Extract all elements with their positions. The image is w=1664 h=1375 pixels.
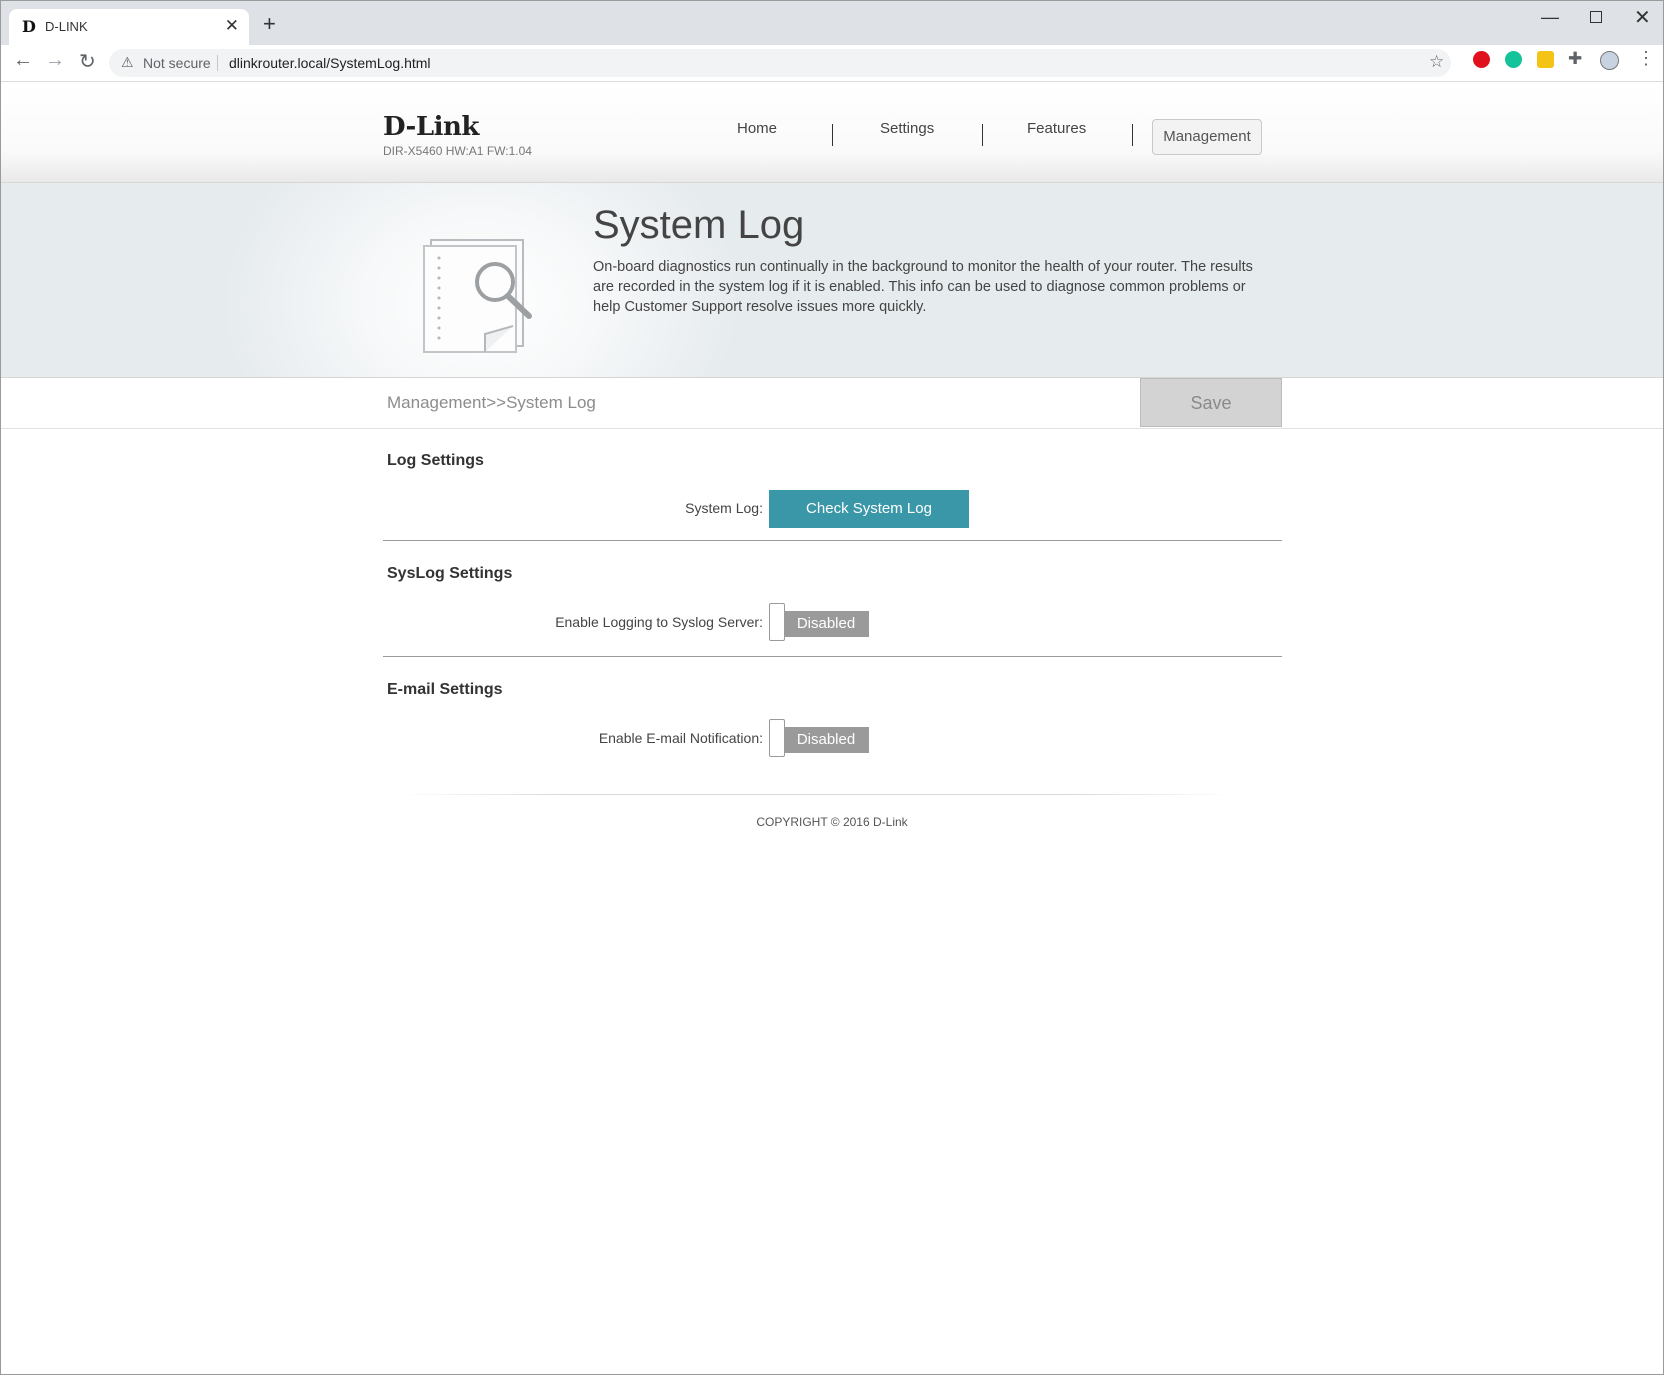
dlink-logo: D-Link — [383, 112, 479, 142]
nav-home[interactable]: Home — [737, 120, 777, 137]
email-settings-title: E-mail Settings — [387, 681, 503, 698]
page-title: System Log — [593, 203, 805, 247]
forward-arrow-icon[interactable]: → — [45, 49, 65, 72]
grammarly-extension-icon[interactable] — [1505, 51, 1522, 68]
minimize-icon[interactable]: — — [1541, 7, 1559, 28]
router-header: D-Link DIR-X5460 HW:A1 FW:1.04 Home Sett… — [1, 82, 1663, 183]
warning-icon: ⚠ — [121, 54, 134, 70]
breadcrumb: Management>>System Log — [387, 393, 596, 412]
syslog-settings-title: SysLog Settings — [387, 565, 513, 582]
save-button[interactable]: Save — [1140, 378, 1282, 427]
model-info: DIR-X5460 HW:A1 FW:1.04 — [383, 144, 532, 158]
page-banner: System Log On-board diagnostics run cont… — [1, 183, 1663, 378]
copyright-text: COPYRIGHT © 2016 D-Link — [756, 815, 908, 829]
nav-divider — [1132, 124, 1133, 146]
breadcrumb-bar: Management>>System Log Save — [1, 378, 1663, 429]
toggle-knob[interactable] — [769, 603, 785, 641]
system-log-label: System Log: — [685, 500, 763, 516]
page-description: On-board diagnostics run continually in … — [593, 259, 1253, 315]
nav-features[interactable]: Features — [1027, 120, 1086, 137]
new-tab-button[interactable]: + — [263, 11, 276, 37]
email-toggle[interactable]: Disabled — [769, 719, 871, 757]
bookmark-star-icon[interactable]: ☆ — [1429, 52, 1444, 72]
check-system-log-button[interactable]: Check System Log — [769, 490, 969, 528]
browser-tab[interactable]: D D-LINK ✕ — [9, 9, 249, 45]
browser-window: D D-LINK ✕ + — ✕ ← → ↻ ⚠ Not secure dlin… — [0, 0, 1664, 1375]
back-arrow-icon[interactable]: ← — [13, 49, 33, 72]
security-label[interactable]: Not secure — [143, 55, 211, 71]
browser-menu-icon[interactable]: ⋮ — [1637, 48, 1655, 69]
section-divider — [383, 656, 1282, 657]
nav-management[interactable]: Management — [1152, 119, 1262, 155]
system-log-document-icon — [423, 239, 532, 353]
browser-toolbar: ← → ↻ ⚠ Not secure dlinkrouter.local/Sys… — [1, 45, 1663, 82]
reload-icon[interactable]: ↻ — [79, 49, 96, 74]
nav-settings[interactable]: Settings — [880, 120, 934, 137]
dlink-favicon-icon: D — [22, 17, 36, 36]
toggle-knob[interactable] — [769, 719, 785, 757]
url-text[interactable]: dlinkrouter.local/SystemLog.html — [229, 55, 431, 71]
log-settings-title: Log Settings — [387, 452, 484, 469]
nav-divider — [982, 124, 983, 146]
toggle-state-label[interactable]: Disabled — [783, 727, 869, 753]
nav-divider — [832, 124, 833, 146]
email-enable-label: Enable E-mail Notification: — [598, 730, 763, 746]
maximize-icon[interactable] — [1590, 11, 1602, 23]
tab-title: D-LINK — [45, 19, 88, 34]
footer-divider — [401, 794, 1231, 795]
window-close-icon[interactable]: ✕ — [1634, 5, 1651, 30]
tab-close-icon[interactable]: ✕ — [225, 16, 239, 36]
profile-avatar-icon[interactable] — [1600, 51, 1619, 70]
opera-extension-icon[interactable] — [1473, 51, 1490, 68]
omnibox-divider — [217, 55, 218, 71]
toggle-state-label[interactable]: Disabled — [783, 611, 869, 637]
section-divider — [383, 540, 1282, 541]
syslog-enable-label: Enable Logging to Syslog Server: — [555, 614, 763, 630]
extensions-puzzle-icon[interactable]: ✚ — [1568, 49, 1582, 69]
address-bar[interactable]: ⚠ Not secure dlinkrouter.local/SystemLog… — [109, 49, 1451, 77]
yellow-extension-icon[interactable] — [1537, 51, 1554, 68]
syslog-toggle[interactable]: Disabled — [769, 603, 871, 641]
tab-strip: D D-LINK ✕ + — ✕ — [1, 1, 1663, 45]
